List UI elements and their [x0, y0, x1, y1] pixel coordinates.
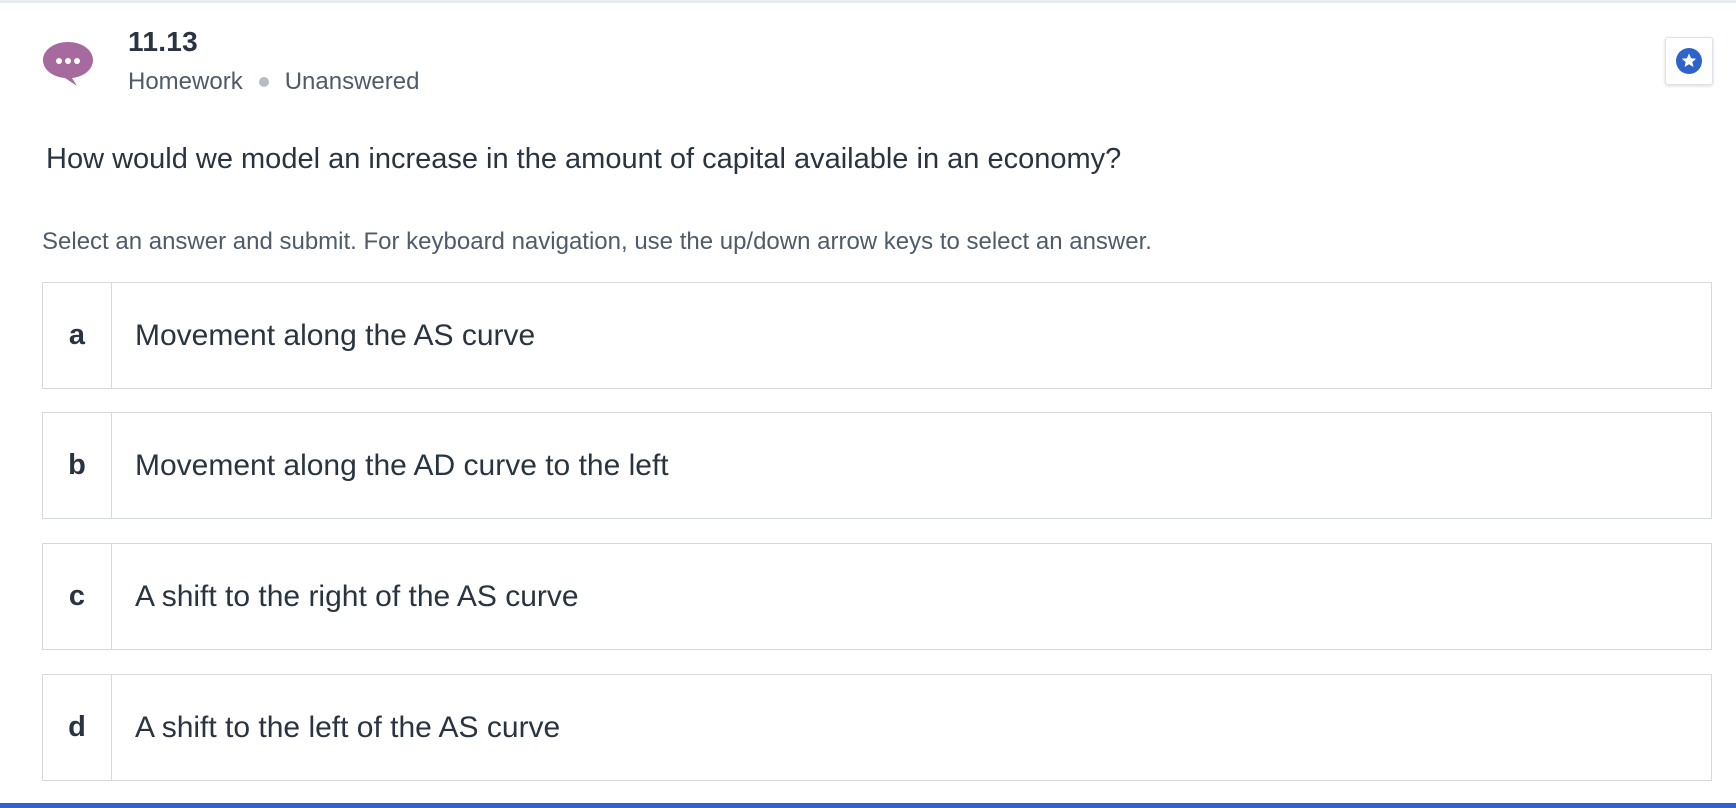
- answer-letter: c: [43, 544, 112, 649]
- answer-label: Movement along the AS curve: [135, 318, 536, 352]
- question-meta: Homework Unanswered: [128, 68, 419, 96]
- question-status: Unanswered: [284, 68, 420, 95]
- answer-option-b[interactable]: b Movement along the AD curve to the lef…: [42, 412, 1712, 519]
- answer-option-c[interactable]: c A shift to the right of the AS curve: [42, 543, 1712, 650]
- answer-letter: b: [43, 413, 112, 518]
- question-prompt: How would we model an increase in the am…: [46, 143, 1122, 175]
- answer-label: A shift to the left of the AS curve: [135, 710, 561, 744]
- question-type: Homework: [128, 68, 243, 95]
- answer-label: Movement along the AD curve to the left: [135, 448, 669, 482]
- accent-bar: [0, 803, 1736, 808]
- answer-option-a[interactable]: a Movement along the AS curve: [42, 282, 1712, 389]
- answer-option-d[interactable]: d A shift to the left of the AS curve: [42, 674, 1712, 781]
- top-divider: [0, 0, 1736, 3]
- star-badge-icon: [1676, 48, 1702, 74]
- answer-letter: d: [43, 675, 112, 780]
- question-number: 11.13: [128, 26, 199, 57]
- chat-bubble-icon: [43, 42, 93, 86]
- answer-instructions: Select an answer and submit. For keyboar…: [42, 228, 1152, 255]
- separator-dot: [258, 77, 269, 87]
- favorite-button[interactable]: [1665, 37, 1713, 85]
- answer-letter: a: [43, 283, 112, 388]
- question-header: 11.13 Homework Unanswered: [42, 26, 1692, 106]
- answer-label: A shift to the right of the AS curve: [135, 579, 579, 613]
